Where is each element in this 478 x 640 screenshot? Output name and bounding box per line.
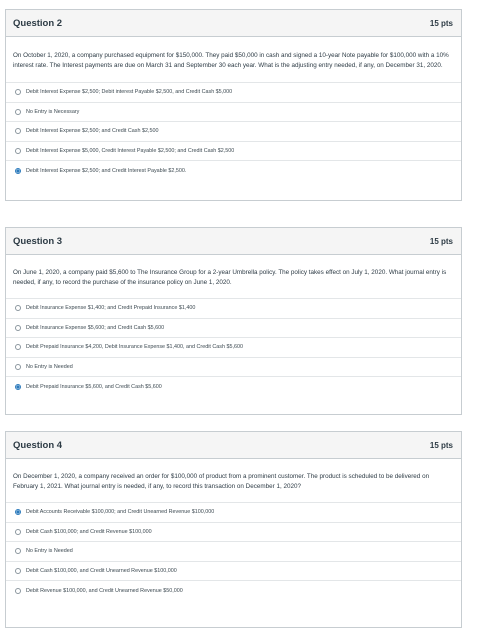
answer-label: Debit Interest Expense $2,500; and Credi…	[26, 128, 159, 135]
radio-button[interactable]	[15, 167, 21, 174]
answer-option[interactable]: Debit Cash $100,000; and Credit Revenue …	[6, 523, 461, 543]
answer-label: No Entry is Needed	[26, 363, 73, 370]
question-points: 15 pts	[429, 18, 453, 28]
answer-option[interactable]: Debit Interest Expense $2,500; and Credi…	[6, 122, 461, 142]
answer-option[interactable]: Debit Prepaid Insurance $4,200, Debit In…	[6, 338, 461, 358]
answer-list: Debit Accounts Receivable $100,000; and …	[6, 502, 461, 601]
question-points: 15 pts	[429, 236, 453, 246]
question-header: Question 2 15 pts	[6, 10, 461, 37]
question-points: 15 pts	[429, 440, 453, 450]
question-header: Question 4 15 pts	[6, 432, 461, 459]
answer-list: Debit Interest Expense $2,500; Debit int…	[6, 82, 461, 181]
question-title: Question 3	[13, 235, 63, 247]
answer-option[interactable]: Debit Interest Expense $2,500; and Credi…	[6, 161, 461, 181]
question-text: On October 1, 2020, a company purchased …	[13, 52, 449, 69]
answer-option[interactable]: Debit Revenue $100,000, and Credit Unear…	[6, 581, 461, 601]
radio-button[interactable]	[15, 128, 21, 135]
question-text: On December 1, 2020, a company received …	[13, 473, 430, 490]
answer-label: Debit Prepaid Insurance $5,600, and Cred…	[26, 383, 162, 390]
radio-button[interactable]	[15, 548, 21, 555]
question-text: On June 1, 2020, a company paid $5,600 t…	[13, 269, 447, 286]
answer-label: Debit Insurance Expense $5,600; and Cred…	[26, 324, 165, 331]
answer-label: Debit Insurance Expense $1,400; and Cred…	[26, 305, 196, 312]
radio-button[interactable]	[15, 383, 21, 390]
answer-label: Debit Cash $100,000; and Credit Revenue …	[26, 528, 152, 535]
radio-button[interactable]	[15, 344, 21, 351]
question-card-4: Question 4 15 pts On December 1, 2020, a…	[5, 431, 462, 628]
answer-label: No Entry is Necessary	[26, 108, 80, 115]
radio-button[interactable]	[15, 108, 21, 115]
answer-option[interactable]: No Entry is Needed	[6, 358, 461, 378]
radio-button[interactable]	[15, 305, 21, 312]
answer-label: No Entry is Needed	[26, 548, 73, 555]
answer-label: Debit Interest Expense $5,000, Credit In…	[26, 147, 235, 154]
radio-button[interactable]	[15, 509, 21, 516]
answer-option[interactable]: No Entry is Needed	[6, 542, 461, 562]
answer-option[interactable]: Debit Insurance Expense $5,600; and Cred…	[6, 319, 461, 339]
answer-option[interactable]: Debit Prepaid Insurance $5,600, and Cred…	[6, 377, 461, 397]
question-card-2: Question 2 15 pts On October 1, 2020, a …	[5, 9, 462, 201]
radio-button[interactable]	[15, 567, 21, 574]
answer-option[interactable]: No Entry is Necessary	[6, 103, 461, 123]
answer-label: Debit Interest Expense $2,500; and Credi…	[26, 167, 187, 174]
radio-button[interactable]	[15, 89, 21, 96]
radio-button[interactable]	[15, 587, 21, 594]
question-card-3: Question 3 15 pts On June 1, 2020, a com…	[5, 227, 462, 415]
answer-option[interactable]: Debit Accounts Receivable $100,000; and …	[6, 503, 461, 523]
answer-label: Debit Cash $100,000, and Credit Unearned…	[26, 567, 177, 574]
answer-option[interactable]: Debit Interest Expense $5,000, Credit In…	[6, 142, 461, 162]
answer-label: Debit Interest Expense $2,500; Debit int…	[26, 89, 233, 96]
question-header: Question 3 15 pts	[6, 228, 461, 255]
answer-label: Debit Accounts Receivable $100,000; and …	[26, 509, 215, 516]
question-title: Question 4	[13, 439, 63, 451]
radio-button[interactable]	[15, 528, 21, 535]
answer-option[interactable]: Debit Interest Expense $2,500; Debit int…	[6, 83, 461, 103]
answer-list: Debit Insurance Expense $1,400; and Cred…	[6, 298, 461, 397]
answer-label: Debit Revenue $100,000, and Credit Unear…	[26, 587, 183, 594]
answer-option[interactable]: Debit Insurance Expense $1,400; and Cred…	[6, 299, 461, 319]
question-title: Question 2	[13, 17, 63, 29]
radio-button[interactable]	[15, 363, 21, 370]
radio-button[interactable]	[15, 324, 21, 331]
answer-label: Debit Prepaid Insurance $4,200, Debit In…	[26, 344, 243, 351]
radio-button[interactable]	[15, 147, 21, 154]
answer-option[interactable]: Debit Cash $100,000, and Credit Unearned…	[6, 562, 461, 582]
